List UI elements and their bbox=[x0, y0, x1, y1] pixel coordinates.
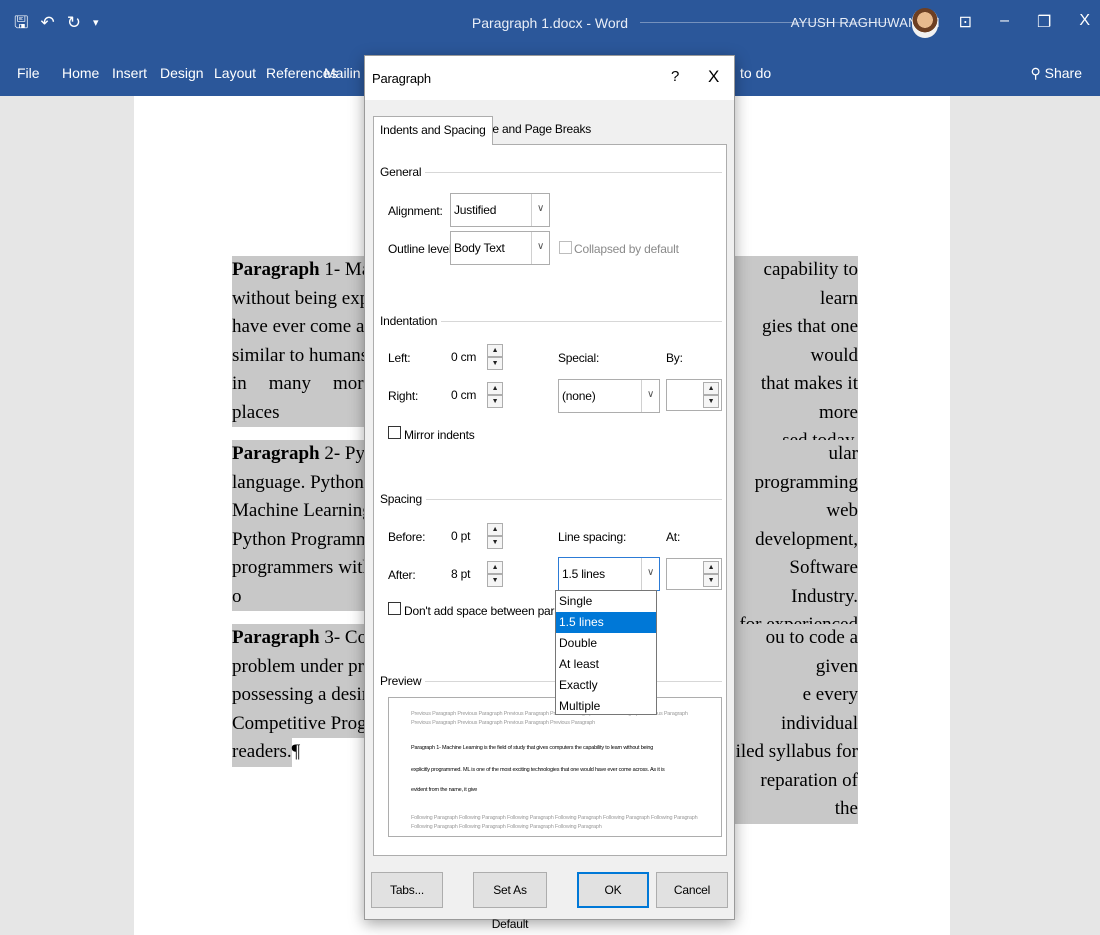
chevron-down-icon: ∨ bbox=[641, 380, 659, 412]
restore-icon[interactable]: ❐ bbox=[1037, 12, 1051, 32]
by-spinner[interactable]: ▲ ▼ bbox=[666, 379, 722, 411]
outline-level-select[interactable]: Body Text ∨ bbox=[450, 231, 550, 265]
tab-panel: General Alignment: Justified ∨ Outline l… bbox=[373, 144, 727, 856]
tab-indents-and-spacing[interactable]: Indents and Spacing bbox=[373, 116, 493, 145]
title-bar: 🖫 ↶ ↻ ▾ Paragraph 1.docx - Word AYUSH RA… bbox=[0, 0, 1100, 48]
tabs-button[interactable]: Tabs... bbox=[371, 872, 443, 908]
close-window-icon[interactable]: X bbox=[1079, 12, 1090, 32]
arrow-down-icon[interactable]: ▼ bbox=[487, 357, 503, 370]
general-heading: General bbox=[380, 165, 426, 179]
arrow-down-icon[interactable]: ▼ bbox=[703, 395, 719, 408]
before-spinner[interactable]: 0 pt ▲ ▼ bbox=[450, 520, 506, 552]
special-select[interactable]: (none) ∨ bbox=[558, 379, 660, 413]
line-spacing-select[interactable]: 1.5 lines ∨ bbox=[558, 557, 660, 591]
mirror-indents-checkbox[interactable] bbox=[388, 426, 401, 439]
left-indent-spinner[interactable]: 0 cm ▲ ▼ bbox=[450, 341, 506, 373]
tab-layout[interactable]: Layout bbox=[214, 65, 256, 81]
close-icon[interactable]: X bbox=[708, 67, 719, 87]
preview-box: Previous Paragraph Previous Paragraph Pr… bbox=[388, 697, 722, 837]
at-label: At: bbox=[666, 530, 681, 544]
arrow-down-icon[interactable]: ▼ bbox=[487, 395, 503, 408]
indentation-divider bbox=[430, 321, 722, 322]
line-spacing-label: Line spacing: bbox=[558, 530, 627, 544]
person-icon: ⚲ bbox=[1030, 65, 1045, 81]
tab-home[interactable]: Home bbox=[62, 65, 99, 81]
tab-insert[interactable]: Insert bbox=[112, 65, 147, 81]
chevron-down-icon: ∨ bbox=[531, 232, 549, 264]
chevron-down-icon: ∨ bbox=[531, 194, 549, 226]
chevron-down-icon: ∨ bbox=[641, 558, 659, 590]
minimize-icon[interactable]: – bbox=[1000, 12, 1009, 32]
tab-file[interactable]: File bbox=[17, 65, 40, 81]
right-indent-label: Right: bbox=[388, 389, 419, 403]
arrow-up-icon[interactable]: ▲ bbox=[487, 344, 503, 357]
option-exactly[interactable]: Exactly bbox=[556, 675, 656, 696]
dont-add-space-checkbox[interactable] bbox=[388, 602, 401, 615]
collapsed-label: Collapsed by default bbox=[574, 242, 679, 256]
option-double[interactable]: Double bbox=[556, 633, 656, 654]
arrow-down-icon[interactable]: ▼ bbox=[703, 574, 719, 587]
option-single[interactable]: Single bbox=[556, 591, 656, 612]
arrow-up-icon[interactable]: ▲ bbox=[703, 382, 719, 395]
preview-current-2: explicitly programmed. ML is one of the … bbox=[411, 767, 665, 773]
line-spacing-options: Single 1.5 lines Double At least Exactly… bbox=[555, 590, 657, 715]
arrow-up-icon[interactable]: ▲ bbox=[487, 523, 503, 536]
collapsed-checkbox[interactable] bbox=[559, 241, 572, 254]
set-as-default-button[interactable]: Set As Default bbox=[473, 872, 547, 931]
arrow-down-icon[interactable]: ▼ bbox=[487, 574, 503, 587]
paragraph-dialog: Paragraph ? X Indents and Spacing Line a… bbox=[364, 55, 735, 931]
preview-heading: Preview bbox=[380, 674, 426, 688]
by-label: By: bbox=[666, 351, 683, 365]
tab-design[interactable]: Design bbox=[160, 65, 204, 81]
window-controls: ⊡ – ❐ X bbox=[959, 12, 1090, 32]
ribbon-display-icon[interactable]: ⊡ bbox=[959, 12, 972, 32]
outline-level-label: Outline level: bbox=[388, 242, 455, 256]
avatar[interactable] bbox=[912, 8, 938, 38]
mirror-indents-label: Mirror indents bbox=[404, 428, 475, 442]
arrow-up-icon[interactable]: ▲ bbox=[703, 561, 719, 574]
alignment-select[interactable]: Justified ∨ bbox=[450, 193, 550, 227]
after-spinner[interactable]: 8 pt ▲ ▼ bbox=[450, 558, 506, 590]
left-indent-label: Left: bbox=[388, 351, 411, 365]
share-button[interactable]: ⚲ Share bbox=[1030, 65, 1082, 82]
alignment-label: Alignment: bbox=[388, 204, 443, 218]
spacing-divider bbox=[416, 499, 722, 500]
spacing-heading: Spacing bbox=[380, 492, 426, 506]
option-1-5-lines[interactable]: 1.5 lines bbox=[556, 612, 656, 633]
arrow-up-icon[interactable]: ▲ bbox=[487, 561, 503, 574]
preview-current-1: Paragraph 1- Machine Learning is the fie… bbox=[411, 745, 654, 751]
before-label: Before: bbox=[388, 530, 426, 544]
arrow-down-icon[interactable]: ▼ bbox=[487, 536, 503, 549]
help-icon[interactable]: ? bbox=[671, 68, 679, 85]
special-label: Special: bbox=[558, 351, 600, 365]
preview-following: Following Paragraph Following Paragraph … bbox=[411, 815, 698, 830]
after-label: After: bbox=[388, 568, 416, 582]
option-multiple[interactable]: Multiple bbox=[556, 696, 656, 717]
ok-button[interactable]: OK bbox=[577, 872, 649, 908]
general-divider bbox=[414, 172, 722, 173]
tell-me-box[interactable]: to do bbox=[740, 65, 771, 81]
tab-mailings[interactable]: Mailin bbox=[324, 65, 361, 81]
cancel-button[interactable]: Cancel bbox=[656, 872, 728, 908]
right-indent-spinner[interactable]: 0 cm ▲ ▼ bbox=[450, 379, 506, 411]
paragraph-2-right: ular programming web development, Softwa… bbox=[734, 440, 858, 640]
dialog-title-bar[interactable]: Paragraph ? X bbox=[365, 56, 734, 100]
preview-current-3: evident from the name, it give bbox=[411, 787, 478, 793]
indentation-heading: Indentation bbox=[380, 314, 442, 328]
option-at-least[interactable]: At least bbox=[556, 654, 656, 675]
arrow-up-icon[interactable]: ▲ bbox=[487, 382, 503, 395]
paragraph-3-right: ou to code a given e every individual il… bbox=[734, 624, 858, 824]
dialog-title: Paragraph bbox=[372, 71, 431, 86]
at-spinner[interactable]: ▲ ▼ bbox=[666, 558, 722, 590]
